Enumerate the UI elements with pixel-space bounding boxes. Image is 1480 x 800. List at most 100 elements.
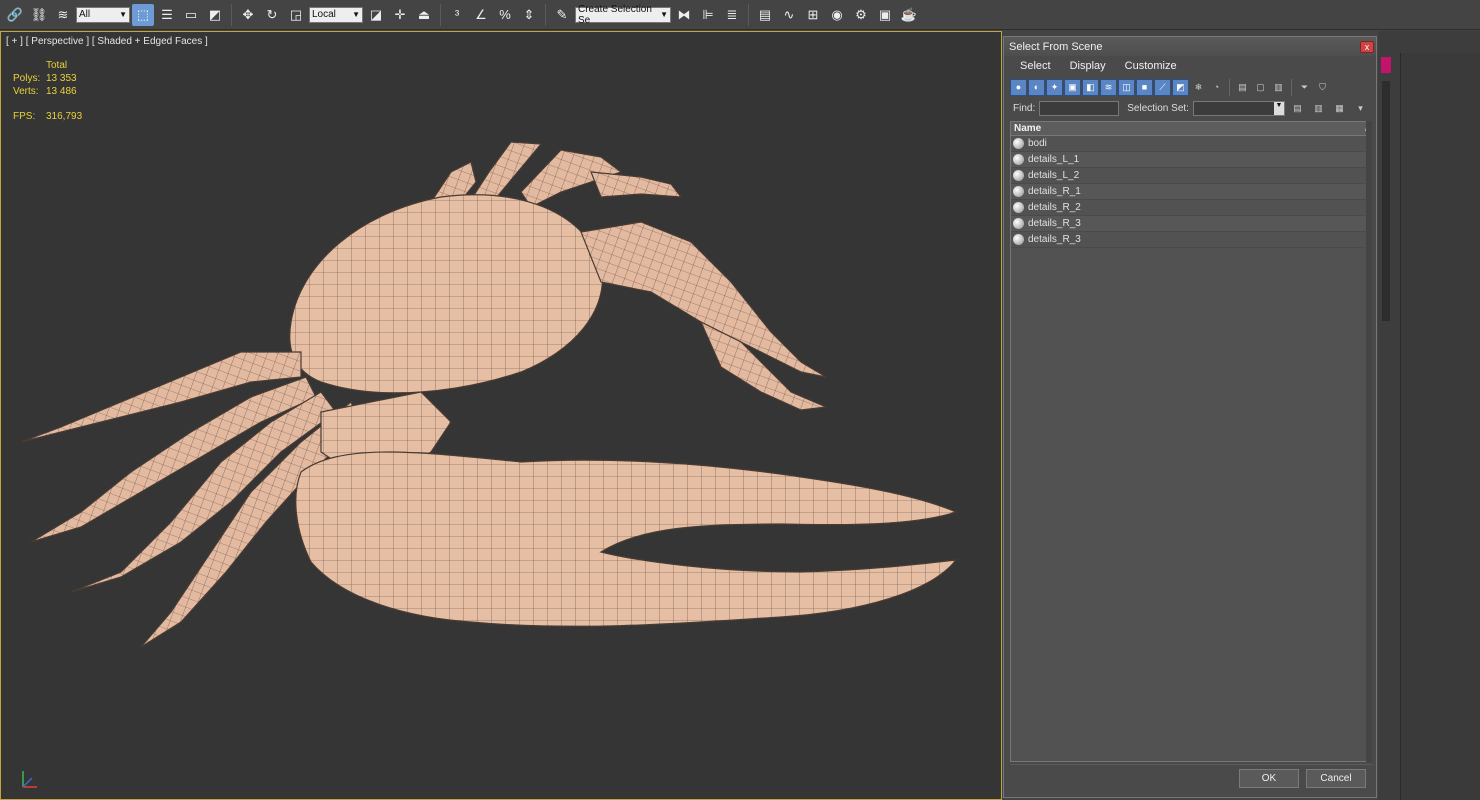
- list-item[interactable]: details_R_2: [1011, 200, 1371, 216]
- list-item[interactable]: bodi: [1011, 136, 1371, 152]
- display-bones-icon[interactable]: ⟋: [1154, 78, 1171, 96]
- column-header-name[interactable]: Name /: [1011, 122, 1371, 136]
- find-label: Find:: [1013, 102, 1036, 114]
- list-item[interactable]: details_R_3: [1011, 216, 1371, 232]
- color-swatch[interactable]: [1381, 57, 1391, 73]
- select-all-icon[interactable]: ▤: [1234, 79, 1251, 96]
- menu-display[interactable]: Display: [1070, 60, 1106, 72]
- find-row: Find: Selection Set: ▼ ▤ ▥ ▦ ▾: [1004, 98, 1376, 118]
- list-item[interactable]: details_L_2: [1011, 168, 1371, 184]
- named-selection-dropdown[interactable]: Create Selection Se ▼: [575, 3, 671, 26]
- cancel-button[interactable]: Cancel: [1306, 769, 1366, 788]
- keyboard-shortcut-override-icon[interactable]: ⏏: [413, 4, 435, 26]
- material-editor-icon[interactable]: ◉: [826, 4, 848, 26]
- display-helpers-icon[interactable]: ◧: [1082, 78, 1099, 96]
- ok-button[interactable]: OK: [1239, 769, 1299, 788]
- dialog-titlebar[interactable]: Select From Scene x: [1004, 37, 1376, 56]
- selection-set-edit-icon[interactable]: ▦: [1331, 100, 1348, 117]
- rotate-icon[interactable]: ↻: [261, 4, 283, 26]
- window-crossing-icon[interactable]: ◩: [204, 4, 226, 26]
- bind-space-warp-icon[interactable]: ≋: [52, 4, 74, 26]
- reference-coordinate-value: Local: [312, 9, 336, 20]
- list-scrollbar[interactable]: [1366, 121, 1372, 762]
- select-by-name-icon[interactable]: ☰: [156, 4, 178, 26]
- filter-icon[interactable]: ⏷: [1296, 79, 1313, 96]
- spinner-snap-icon[interactable]: ⇕: [518, 4, 540, 26]
- display-geometry-icon[interactable]: ●: [1010, 78, 1027, 96]
- toolbar-divider: [748, 3, 749, 26]
- list-item[interactable]: details_R_1: [1011, 184, 1371, 200]
- toggle-ribbon-icon[interactable]: ▤: [754, 4, 776, 26]
- selection-set-add-icon[interactable]: ▤: [1289, 100, 1306, 117]
- filter-options-icon[interactable]: ⛉: [1314, 79, 1331, 96]
- geometry-object-icon: [1013, 138, 1024, 149]
- toolbar-divider: [231, 3, 232, 26]
- object-name: details_L_2: [1028, 170, 1080, 181]
- find-input[interactable]: [1039, 100, 1120, 116]
- dialog-menubar: Select Display Customize: [1004, 56, 1376, 76]
- command-panel-strip: [1378, 31, 1480, 800]
- main-toolbar: 🔗 ⛓ ≋ All ▼ ⬚ ☰ ▭ ◩ ✥ ↻ ◲ Local ▼ ◪ ✛ ⏏ …: [0, 0, 1480, 30]
- select-invert-icon[interactable]: ▥: [1270, 79, 1287, 96]
- move-icon[interactable]: ✥: [237, 4, 259, 26]
- named-selection-placeholder: Create Selection Se: [578, 3, 652, 26]
- dialog-footer: OK Cancel: [1010, 764, 1372, 794]
- render-production-icon[interactable]: ☕: [898, 4, 920, 26]
- list-item[interactable]: details_L_1: [1011, 152, 1371, 168]
- edit-named-selection-icon[interactable]: ✎: [551, 4, 573, 26]
- render-setup-icon[interactable]: ⚙: [850, 4, 872, 26]
- display-cameras-icon[interactable]: ▣: [1064, 78, 1081, 96]
- display-space-warps-icon[interactable]: ≋: [1100, 78, 1117, 96]
- align-icon[interactable]: ⊫: [697, 4, 719, 26]
- display-containers-icon[interactable]: ◩: [1172, 78, 1189, 96]
- schematic-view-icon[interactable]: ⊞: [802, 4, 824, 26]
- selection-set-remove-icon[interactable]: ▥: [1310, 100, 1327, 117]
- chevron-down-icon: ▼: [352, 10, 360, 19]
- rendered-frame-window-icon[interactable]: ▣: [874, 4, 896, 26]
- toolbar-divider: [440, 3, 441, 26]
- curve-editor-icon[interactable]: ∿: [778, 4, 800, 26]
- selection-filter-dropdown[interactable]: All ▼: [76, 6, 130, 23]
- chevron-down-icon[interactable]: ▾: [1352, 100, 1369, 117]
- object-name: details_R_3: [1028, 234, 1081, 245]
- reference-coordinate-dropdown[interactable]: Local ▼: [309, 6, 363, 23]
- display-frozen-icon[interactable]: ❄: [1190, 79, 1207, 96]
- chevron-down-icon: ▼: [1273, 101, 1284, 115]
- command-panel: [1400, 53, 1480, 800]
- toolbar-divider: [545, 3, 546, 26]
- display-lights-icon[interactable]: ✦: [1046, 78, 1063, 96]
- display-xrefs-icon[interactable]: ■: [1136, 78, 1153, 96]
- layer-manager-icon[interactable]: ≣: [721, 4, 743, 26]
- axis-tripod-icon: [22, 771, 37, 788]
- angle-snap-icon[interactable]: ∠: [470, 4, 492, 26]
- perspective-viewport[interactable]: [ + ] [ Perspective ] [ Shaded + Edged F…: [0, 31, 1002, 800]
- object-name: details_R_3: [1028, 218, 1081, 229]
- select-from-scene-dialog: Select From Scene x Select Display Custo…: [1003, 36, 1377, 798]
- selection-set-label: Selection Set:: [1127, 102, 1189, 114]
- close-icon[interactable]: x: [1360, 40, 1374, 53]
- list-item[interactable]: details_R_3: [1011, 232, 1371, 248]
- object-name: details_R_2: [1028, 202, 1081, 213]
- menu-select[interactable]: Select: [1020, 60, 1051, 72]
- geometry-object-icon: [1013, 202, 1024, 213]
- pivot-center-icon[interactable]: ◪: [365, 4, 387, 26]
- menu-customize[interactable]: Customize: [1125, 60, 1177, 72]
- panel-scrollbar[interactable]: [1382, 81, 1390, 321]
- display-shapes-icon[interactable]: ◐: [1028, 78, 1045, 96]
- rectangular-selection-icon[interactable]: ▭: [180, 4, 202, 26]
- scale-icon[interactable]: ◲: [285, 4, 307, 26]
- toolbar-divider: [1229, 78, 1230, 96]
- snaps-toggle-icon[interactable]: ³: [446, 4, 468, 26]
- select-none-icon[interactable]: ▢: [1252, 79, 1269, 96]
- percent-snap-icon[interactable]: %: [494, 4, 516, 26]
- mirror-icon[interactable]: ⧓: [673, 4, 695, 26]
- display-hidden-icon[interactable]: ◔: [1208, 79, 1225, 96]
- select-object-icon[interactable]: ⬚: [132, 3, 154, 26]
- select-manipulate-icon[interactable]: ✛: [389, 4, 411, 26]
- dialog-title: Select From Scene: [1009, 40, 1103, 53]
- display-groups-icon[interactable]: ◫: [1118, 78, 1135, 96]
- unlink-icon[interactable]: ⛓: [28, 4, 50, 26]
- selection-set-dropdown[interactable]: ▼: [1192, 100, 1285, 116]
- link-icon[interactable]: 🔗: [4, 4, 26, 26]
- geometry-object-icon: [1013, 154, 1024, 165]
